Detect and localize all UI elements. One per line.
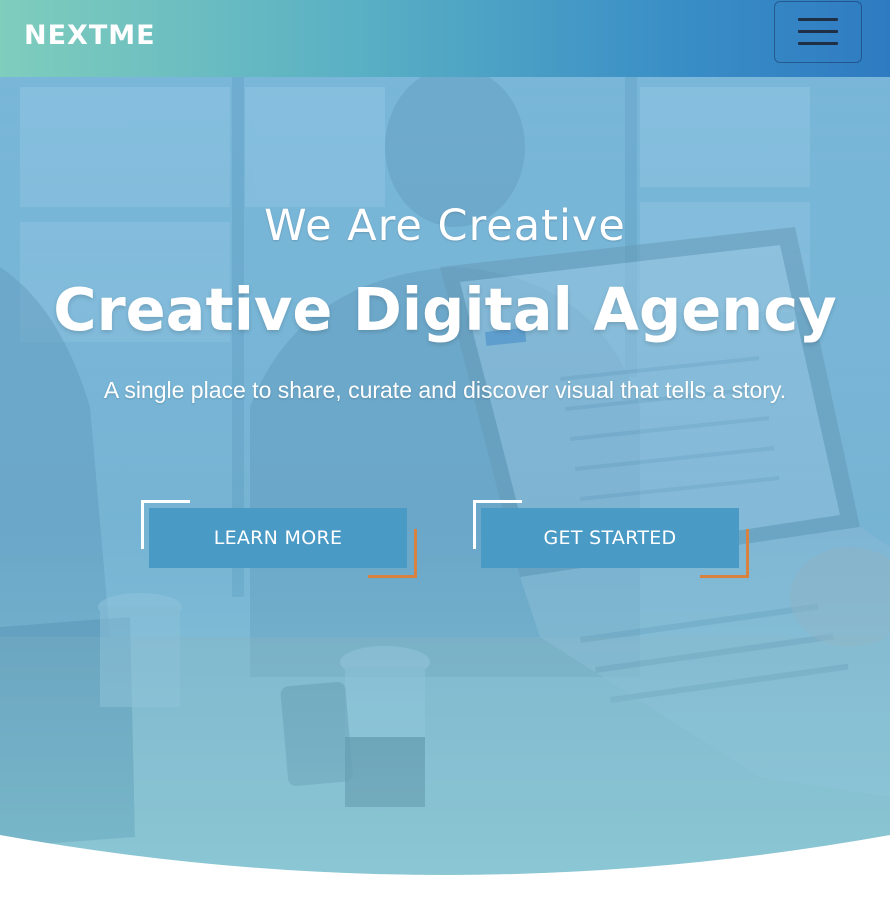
learn-more-button-frame: LEARN MORE: [141, 500, 417, 578]
hero-section: We Are Creative Creative Digital Agency …: [0, 77, 890, 900]
hero-title: Creative Digital Agency: [53, 275, 837, 344]
learn-more-button[interactable]: LEARN MORE: [149, 508, 407, 568]
landing-page: NEXTME We Are Creative Creative Digital …: [0, 0, 890, 900]
hero-tagline: A single place to share, curate and disc…: [103, 377, 787, 403]
brand-logo[interactable]: NEXTME: [24, 20, 156, 51]
hamburger-menu-icon: [798, 18, 838, 45]
get-started-button-frame: GET STARTED: [473, 500, 749, 578]
navbar: NEXTME: [0, 0, 890, 77]
hero-bottom-wave: [0, 835, 890, 900]
menu-toggle-button[interactable]: [774, 1, 862, 63]
hero-subtitle: We Are Creative: [264, 201, 626, 251]
get-started-button[interactable]: GET STARTED: [481, 508, 739, 568]
